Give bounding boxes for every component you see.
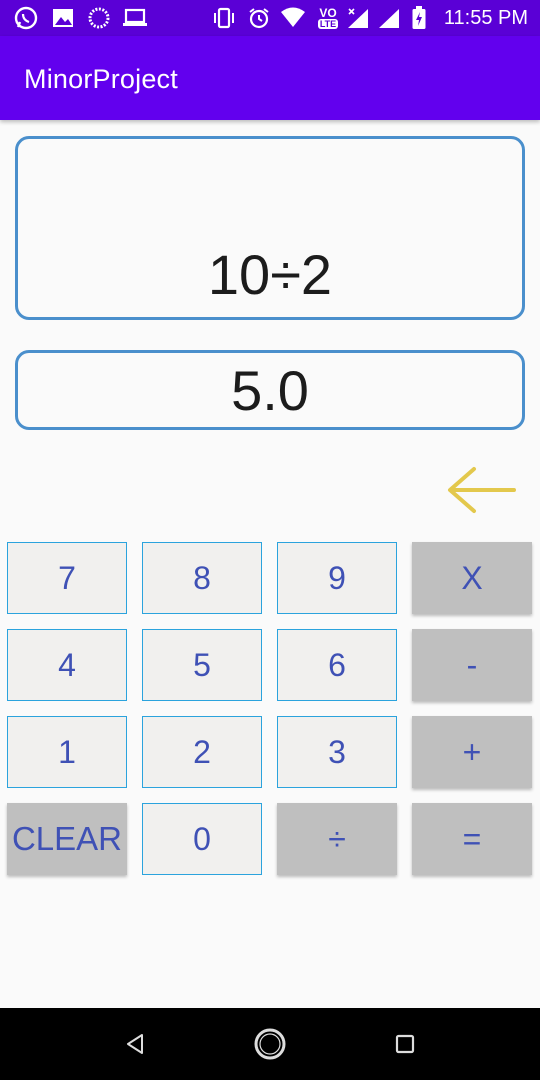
sync-icon [88,6,110,30]
back-icon [127,1034,143,1054]
expression-display: 10÷2 [15,136,525,320]
digit-4-button[interactable]: 4 [7,629,127,701]
back-arrow-icon [448,467,516,513]
digit-7-button[interactable]: 7 [7,542,127,614]
digit-6-button[interactable]: 6 [277,629,397,701]
wifi-icon [280,6,306,30]
signal-icon [378,6,400,30]
volte-label: VO [319,6,337,20]
laptop-icon [122,6,148,30]
app-bar: MinorProject [0,36,540,120]
image-icon [52,6,74,30]
multiply-button[interactable]: X [412,542,532,614]
digit-2-button[interactable]: 2 [142,716,262,788]
result-display: 5.0 [15,350,525,430]
divide-button[interactable]: ÷ [277,803,397,875]
recents-icon [395,1034,415,1054]
back-nav-button[interactable] [117,1026,153,1062]
digit-3-button[interactable]: 3 [277,716,397,788]
equals-button[interactable]: = [412,803,532,875]
status-bar: VO LTE 11:55 PM [0,0,540,36]
subtract-button[interactable]: - [412,629,532,701]
expression-text: 10÷2 [207,243,333,306]
digit-5-button[interactable]: 5 [142,629,262,701]
lte-label: LTE [317,19,339,29]
volte-lte-icon: VO LTE [313,6,343,30]
recents-nav-button[interactable] [387,1026,423,1062]
battery-charging-icon [410,6,428,30]
add-button[interactable]: + [412,716,532,788]
digit-9-button[interactable]: 9 [277,542,397,614]
home-icon [254,1028,286,1060]
signal-icon [346,6,370,30]
digit-8-button[interactable]: 8 [142,542,262,614]
backspace-button[interactable] [440,462,520,518]
digit-0-button[interactable]: 0 [142,803,262,875]
alarm-icon [247,6,271,30]
home-nav-button[interactable] [252,1026,288,1062]
whatsapp-icon [14,6,38,30]
status-time: 11:55 PM [443,7,528,29]
result-text: 5.0 [231,359,309,422]
navigation-bar [0,1008,540,1080]
app-title: MinorProject [24,64,178,94]
vibrate-icon [212,6,236,30]
clear-button[interactable]: CLEAR [7,803,127,875]
digit-1-button[interactable]: 1 [7,716,127,788]
